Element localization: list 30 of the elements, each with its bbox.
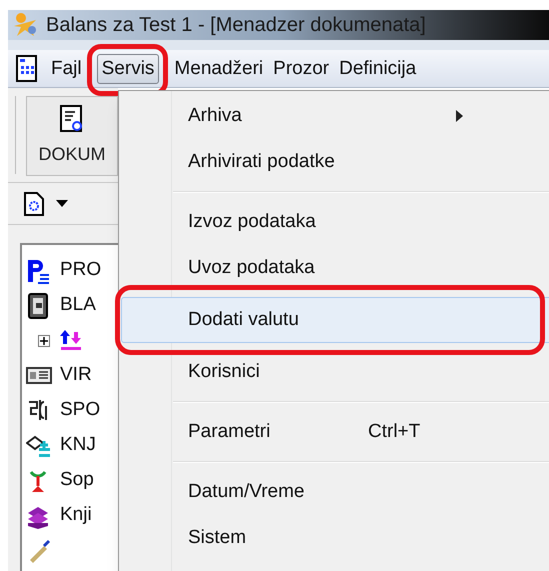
menu-bar-item[interactable]: Menadžeri: [169, 54, 268, 84]
window-title: Balans za Test 1 - [Menadzer dokumenata]: [46, 13, 426, 38]
menu-item[interactable]: Korisnici: [121, 349, 549, 395]
menu-bar-item[interactable]: Definicija: [334, 54, 422, 84]
document-icon[interactable]: [16, 54, 38, 82]
tree-item[interactable]: PRO: [60, 256, 102, 285]
toolbar-button[interactable]: DOKUM: [26, 96, 118, 176]
caret-down-icon[interactable]: [56, 200, 68, 208]
document-settings-icon: [60, 104, 84, 132]
expand-icon[interactable]: [38, 334, 50, 346]
tree-item[interactable]: VIR: [60, 361, 92, 390]
menu-item[interactable]: Arhiva: [121, 93, 549, 139]
menu-item[interactable]: Izvoz podataka: [121, 199, 549, 245]
menu-item[interactable]: Datum/Vreme: [121, 469, 549, 515]
menu-bar-item[interactable]: Fajl: [46, 54, 87, 84]
tree-item[interactable]: SPO: [60, 396, 100, 425]
tree-item[interactable]: KNJ: [60, 431, 96, 460]
menu-item[interactable]: Arhivirati podatke: [121, 139, 549, 185]
menu-item[interactable]: Sistem: [121, 515, 549, 561]
menu-item[interactable]: Dodati valutu: [121, 297, 549, 343]
tree-item[interactable]: BLA: [60, 291, 96, 320]
letter-p-list-icon: [26, 258, 52, 284]
tree-item[interactable]: Sop: [60, 466, 94, 495]
tree-item[interactable]: Knji: [60, 501, 92, 530]
menu-item[interactable]: Uvoz podataka: [121, 245, 549, 291]
menu-bar-item[interactable]: Prozor: [268, 54, 334, 84]
app-logo-icon: [12, 12, 38, 38]
menu-item[interactable]: Parametri Ctrl+T: [121, 409, 549, 455]
menu-bar-item[interactable]: Servis: [96, 54, 160, 84]
new-document-icon[interactable]: [24, 192, 44, 216]
